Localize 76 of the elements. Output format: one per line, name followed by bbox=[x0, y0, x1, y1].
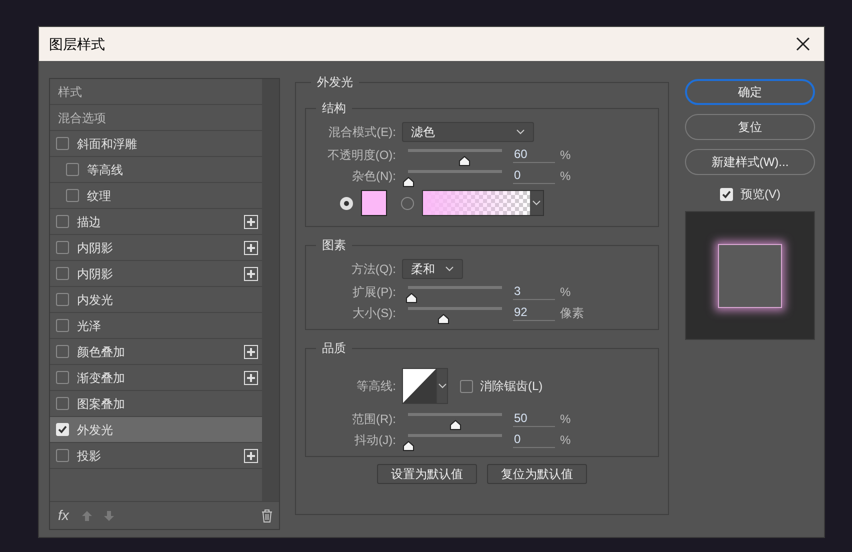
field-label: 等高线: bbox=[356, 378, 396, 395]
preview-square bbox=[718, 244, 782, 308]
trash-icon[interactable] bbox=[261, 508, 273, 522]
checkbox-label: 消除锯齿(L) bbox=[480, 378, 543, 395]
dialog-button[interactable]: 复位 bbox=[685, 114, 815, 140]
unit-label: % bbox=[560, 410, 571, 428]
slider-thumb[interactable] bbox=[438, 314, 449, 324]
checkbox[interactable] bbox=[66, 163, 79, 176]
scrollbar-track[interactable] bbox=[262, 79, 279, 501]
preview-checkbox[interactable] bbox=[720, 188, 732, 200]
field-label: 方法(Q): bbox=[350, 261, 396, 278]
add-icon[interactable] bbox=[244, 266, 258, 280]
checkbox[interactable] bbox=[460, 380, 473, 392]
dropdown[interactable]: 滤色 bbox=[402, 122, 534, 142]
fx-button[interactable]: fx bbox=[56, 505, 71, 526]
default-button[interactable]: 复位为默认值 bbox=[487, 464, 587, 484]
value-field[interactable]: 50 bbox=[513, 410, 555, 427]
checkbox[interactable] bbox=[56, 449, 69, 462]
field-label: 混合模式(E): bbox=[328, 124, 396, 141]
unit-label: % bbox=[560, 284, 571, 300]
add-icon[interactable] bbox=[244, 240, 258, 254]
radio-button[interactable] bbox=[340, 196, 353, 210]
checkbox[interactable] bbox=[56, 267, 69, 280]
checkbox[interactable] bbox=[56, 137, 69, 150]
checkbox[interactable] bbox=[56, 397, 69, 410]
unit-label: % bbox=[560, 146, 571, 164]
field-label: 杂色(N): bbox=[351, 168, 396, 184]
caret-icon bbox=[516, 129, 525, 135]
slider-thumb[interactable] bbox=[403, 441, 414, 451]
checkbox[interactable] bbox=[56, 371, 69, 384]
field-label: 不透明度(O): bbox=[326, 146, 396, 164]
close-icon[interactable] bbox=[796, 37, 810, 51]
value-field[interactable]: 0 bbox=[513, 431, 555, 448]
checkbox[interactable] bbox=[66, 189, 79, 202]
field-label: 范围(R): bbox=[351, 410, 396, 428]
radio-button[interactable] bbox=[401, 196, 414, 210]
style-list-item[interactable]: 外发光 bbox=[50, 417, 262, 443]
dialog-button[interactable]: 确定 bbox=[685, 79, 815, 105]
checkbox[interactable] bbox=[56, 241, 69, 254]
preview-label: 预览(V) bbox=[740, 186, 780, 203]
unit-label: % bbox=[560, 432, 571, 448]
checkbox[interactable] bbox=[56, 293, 69, 306]
checkbox[interactable] bbox=[56, 319, 69, 332]
add-icon[interactable] bbox=[244, 344, 258, 358]
value-field[interactable]: 3 bbox=[513, 283, 555, 300]
group-title: 外发光 bbox=[317, 75, 353, 89]
checkbox[interactable] bbox=[56, 215, 69, 228]
unit-label: 像素 bbox=[560, 304, 584, 322]
caret-icon bbox=[438, 383, 446, 389]
dialog-button[interactable]: 新建样式(W)... bbox=[685, 149, 815, 175]
unit-label: % bbox=[560, 168, 571, 184]
field-label: 扩展(P): bbox=[352, 284, 396, 300]
default-button[interactable]: 设置为默认值 bbox=[377, 464, 477, 484]
group-title: 图素 bbox=[322, 238, 346, 252]
value-field[interactable]: 60 bbox=[513, 146, 555, 163]
checkbox[interactable] bbox=[56, 345, 69, 358]
slider-thumb[interactable] bbox=[406, 293, 417, 303]
caret-icon bbox=[532, 200, 541, 206]
color-swatch[interactable] bbox=[361, 190, 387, 216]
group-title: 品质 bbox=[322, 341, 346, 355]
slider-thumb[interactable] bbox=[403, 177, 414, 187]
add-icon[interactable] bbox=[244, 448, 258, 462]
dropdown[interactable]: 柔和 bbox=[402, 259, 463, 279]
caret-icon bbox=[445, 266, 454, 272]
add-icon[interactable] bbox=[244, 370, 258, 384]
slider-thumb[interactable] bbox=[450, 420, 461, 430]
add-icon[interactable] bbox=[244, 214, 258, 228]
group-title: 结构 bbox=[322, 101, 346, 115]
field-label: 大小(S): bbox=[352, 304, 396, 322]
value-field[interactable]: 92 bbox=[513, 304, 555, 321]
contour-picker[interactable] bbox=[402, 368, 448, 404]
gradient-picker[interactable] bbox=[422, 190, 544, 216]
value-field[interactable]: 0 bbox=[513, 167, 555, 184]
field-label: 抖动(J): bbox=[354, 432, 396, 448]
slider-thumb[interactable] bbox=[459, 156, 470, 166]
window-title: 图层样式 bbox=[49, 34, 105, 54]
